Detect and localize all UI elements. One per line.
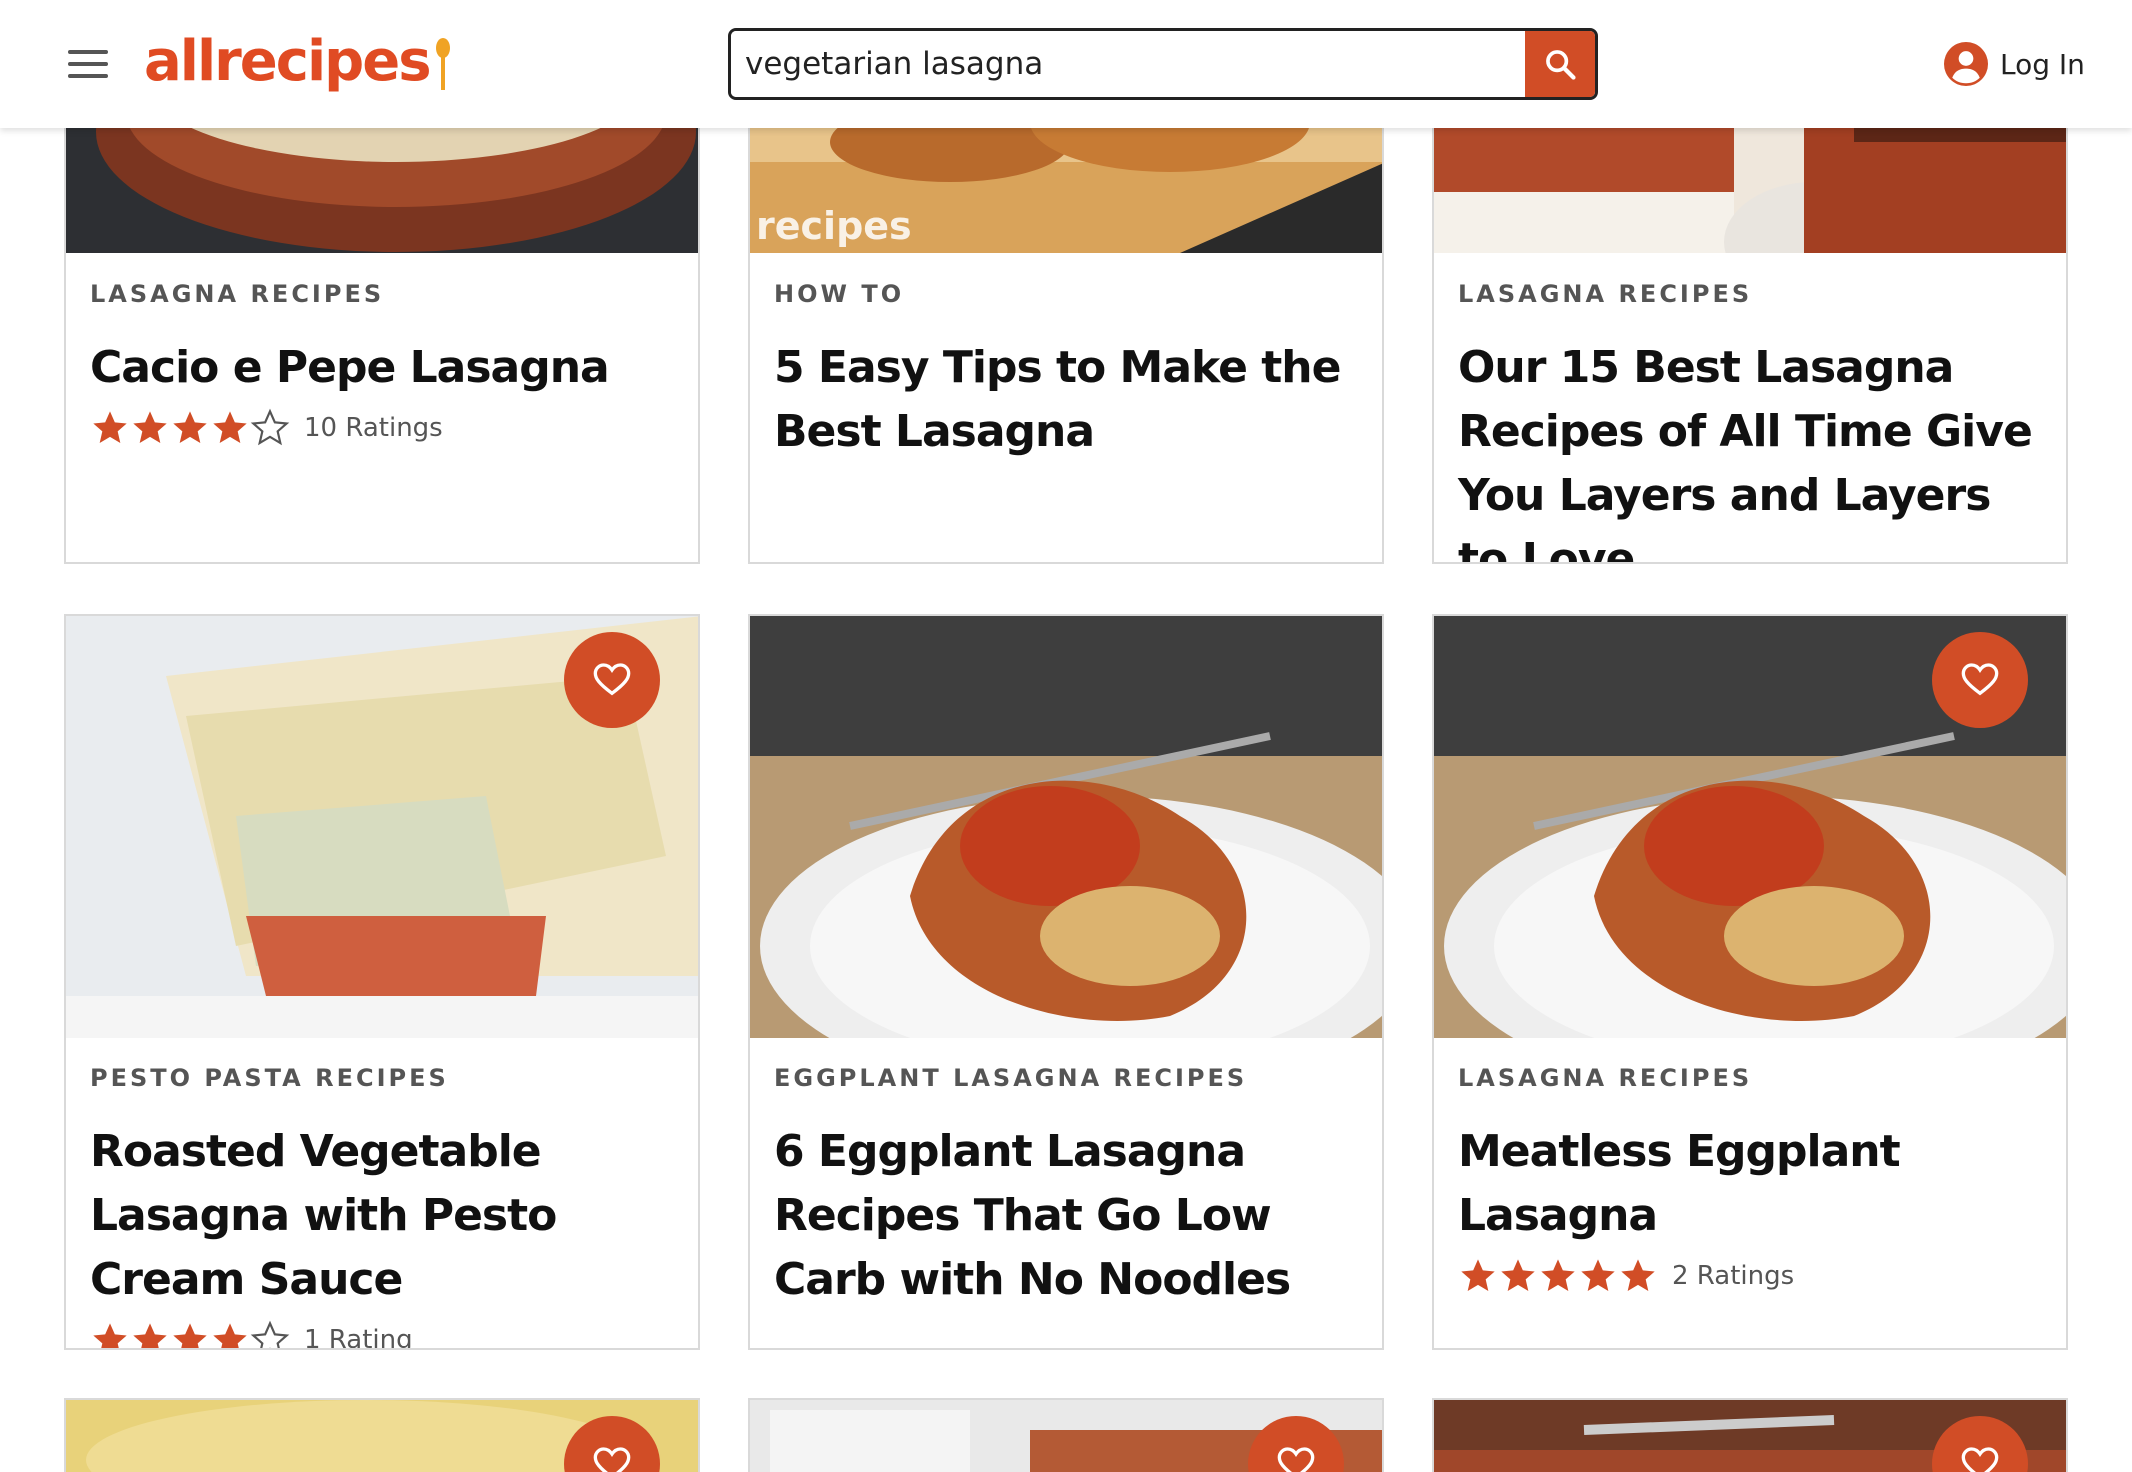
star-filled-icon	[1621, 1259, 1655, 1291]
star-filled-icon	[93, 1323, 127, 1348]
search-input[interactable]	[731, 31, 1525, 97]
card-title[interactable]: Roasted Vegetable Lasagna with Pesto Cre…	[90, 1120, 674, 1312]
card-tag[interactable]: LASAGNA RECIPES	[90, 280, 674, 308]
star-rating	[90, 408, 290, 448]
watermark-text: recipes	[756, 204, 912, 248]
login-button[interactable]: Log In	[1944, 42, 2085, 86]
rating: 2 Ratings	[1458, 1256, 2042, 1296]
search-button[interactable]	[1525, 31, 1595, 97]
card-tag[interactable]: LASAGNA RECIPES	[1458, 1064, 2042, 1092]
login-label: Log In	[2000, 47, 2085, 81]
recipe-card[interactable]	[748, 1398, 1384, 1472]
article-card[interactable]: EGGPLANT LASAGNA RECIPES 6 Eggplant Lasa…	[748, 614, 1384, 1350]
heart-icon	[593, 1447, 631, 1472]
heart-icon	[1961, 1447, 1999, 1472]
card-tag[interactable]: EGGPLANT LASAGNA RECIPES	[774, 1064, 1358, 1092]
star-empty-icon	[250, 408, 290, 446]
card-title[interactable]: 5 Easy Tips to Make the Best Lasagna	[774, 336, 1358, 464]
star-filled-icon	[133, 1323, 167, 1348]
article-image[interactable]	[750, 616, 1382, 1038]
card-title[interactable]: Meatless Eggplant Lasagna	[1458, 1120, 2042, 1248]
star-filled-icon	[1581, 1259, 1615, 1291]
user-circle-icon	[1944, 42, 1988, 86]
star-filled-icon	[1461, 1259, 1495, 1291]
rating-count: 10 Ratings	[304, 413, 443, 443]
allrecipes-logo[interactable]: allrecipes	[144, 26, 452, 98]
star-filled-icon	[213, 411, 247, 443]
star-filled-icon	[1501, 1259, 1535, 1291]
heart-icon	[1961, 663, 1999, 696]
card-title[interactable]: Our 15 Best Lasagna Recipes of All Time …	[1458, 336, 2042, 562]
spoon-icon	[432, 34, 452, 98]
heart-icon	[1277, 1447, 1315, 1472]
recipe-card[interactable]	[64, 1398, 700, 1472]
recipe-card[interactable]	[1432, 1398, 2068, 1472]
card-title[interactable]: 6 Eggplant Lasagna Recipes That Go Low C…	[774, 1120, 1358, 1312]
star-rating	[1458, 1256, 1658, 1296]
save-favorite-button[interactable]	[564, 632, 660, 728]
site-header: allrecipes Log In	[0, 0, 2132, 128]
star-filled-icon	[173, 1323, 207, 1348]
card-title[interactable]: Cacio e Pepe Lasagna	[90, 336, 674, 400]
hamburger-menu-icon[interactable]	[68, 50, 108, 78]
logo-text: allrecipes	[144, 29, 432, 94]
card-tag[interactable]: LASAGNA RECIPES	[1458, 280, 2042, 308]
rating-count: 1 Rating	[304, 1325, 413, 1350]
star-filled-icon	[133, 411, 167, 443]
save-favorite-button[interactable]	[1932, 632, 2028, 728]
rating-count: 2 Ratings	[1672, 1261, 1795, 1291]
card-tag[interactable]: HOW TO	[774, 280, 1358, 308]
magnifier-icon	[1546, 50, 1576, 80]
recipe-card[interactable]: PESTO PASTA RECIPES Roasted Vegetable La…	[64, 614, 700, 1350]
search-bar	[728, 28, 1598, 100]
star-empty-icon	[250, 1320, 290, 1348]
card-tag[interactable]: PESTO PASTA RECIPES	[90, 1064, 674, 1092]
star-filled-icon	[1541, 1259, 1575, 1291]
star-rating	[90, 1320, 290, 1348]
recipe-card[interactable]: LASAGNA RECIPES Meatless Eggplant Lasagn…	[1432, 614, 2068, 1350]
heart-icon	[593, 663, 631, 696]
rating: 10 Ratings	[90, 408, 674, 448]
rating: 1 Rating	[90, 1320, 674, 1350]
star-filled-icon	[173, 411, 207, 443]
star-filled-icon	[93, 411, 127, 443]
star-filled-icon	[213, 1323, 247, 1348]
